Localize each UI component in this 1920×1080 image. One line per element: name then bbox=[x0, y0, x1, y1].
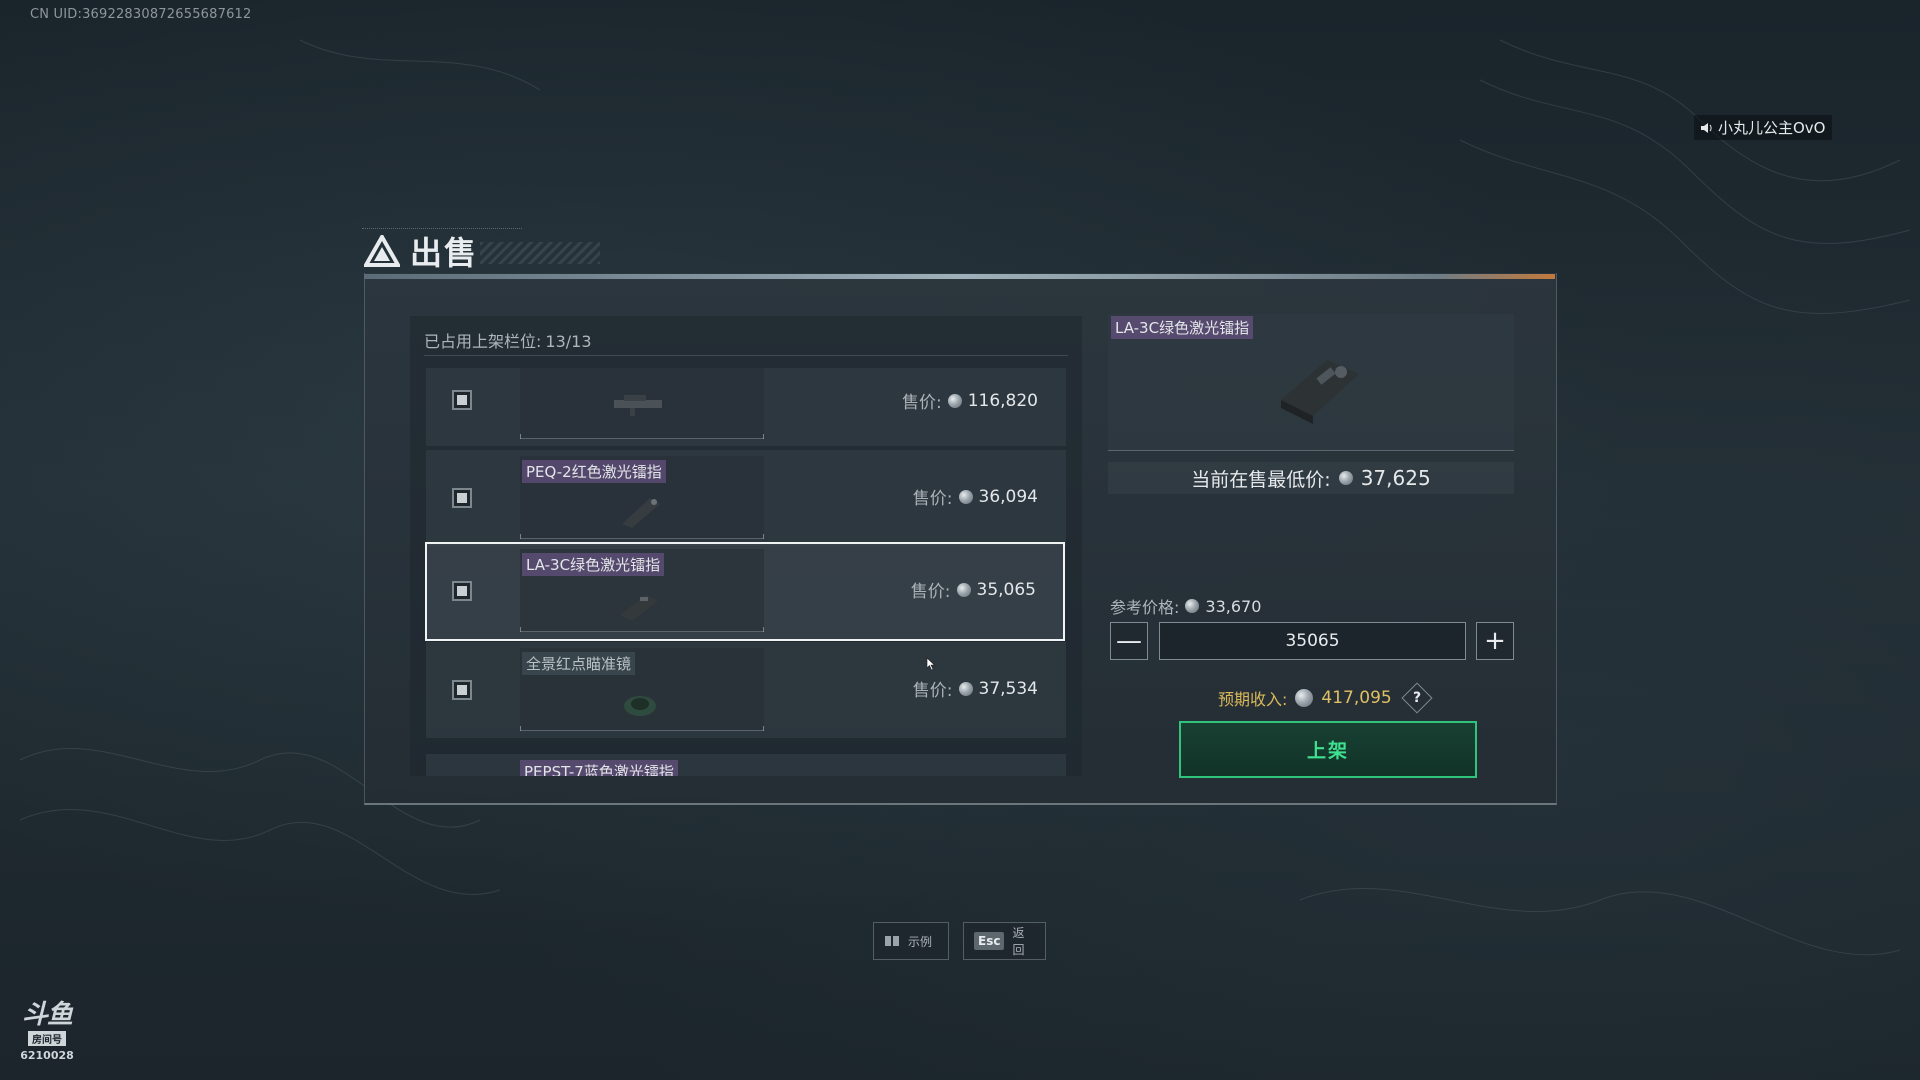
list-item[interactable]: 全景红点瞄准镜 售价: 37,534 bbox=[426, 642, 1066, 738]
list-item[interactable]: 售价: 116,820 bbox=[426, 368, 1066, 446]
slots-used-label: 已占用上架栏位: bbox=[424, 332, 542, 351]
reference-price: 参考价格: 33,670 bbox=[1110, 594, 1261, 618]
lowest-price-value: 37,625 bbox=[1360, 466, 1431, 490]
item-price: 售价: 35,065 bbox=[910, 577, 1036, 603]
item-name: PEQ-2红色激光镭指 bbox=[522, 460, 666, 483]
item-checkbox[interactable] bbox=[452, 390, 472, 410]
slots-used: 已占用上架栏位: 13/13 bbox=[424, 328, 592, 352]
price-input[interactable]: 35065 bbox=[1159, 622, 1466, 660]
slots-used-value: 13/13 bbox=[545, 332, 592, 351]
preview-item-name: LA-3C绿色激光镭指 bbox=[1111, 316, 1254, 339]
help-icon[interactable]: ? bbox=[1401, 682, 1433, 714]
item-price: 售价: 37,534 bbox=[912, 676, 1038, 702]
red-dot-sight-icon bbox=[624, 696, 656, 716]
price-value: 36,094 bbox=[978, 486, 1038, 507]
delta-logo-icon bbox=[364, 235, 400, 267]
item-thumbnail: LA-3C绿色激光镭指 bbox=[520, 549, 764, 632]
sell-list[interactable]: 已占用上架栏位: 13/13 售价: 116,820 PEQ-2红色激光镭指 售价… bbox=[410, 316, 1082, 776]
coin-icon bbox=[958, 681, 973, 696]
coin-icon bbox=[1185, 599, 1200, 613]
speaker-icon bbox=[1701, 122, 1712, 133]
price-label: 售价: bbox=[910, 582, 951, 602]
douyu-watermark: 斗鱼 房间号 6210028 bbox=[16, 1002, 78, 1062]
list-item-selected[interactable]: LA-3C绿色激光镭指 售价: 35,065 bbox=[425, 542, 1065, 641]
streamer-name: 小丸儿公主OvO bbox=[1694, 115, 1832, 140]
panel-top-bar bbox=[364, 274, 1555, 279]
price-label: 售价: bbox=[901, 393, 942, 413]
title-stripes bbox=[480, 242, 600, 264]
room-tag: 房间号 bbox=[28, 1031, 66, 1046]
decrease-price-button[interactable]: — bbox=[1110, 622, 1148, 660]
item-thumbnail bbox=[520, 368, 764, 439]
help-symbol: ? bbox=[1412, 690, 1421, 706]
item-name: PEPST-7蓝色激光镭指 bbox=[520, 760, 678, 776]
item-price: 售价: 36,094 bbox=[912, 484, 1038, 510]
item-name: 全景红点瞄准镜 bbox=[522, 652, 636, 675]
item-price: 售价: 116,820 bbox=[901, 388, 1038, 414]
streamer-name-label: 小丸儿公主OvO bbox=[1718, 119, 1826, 137]
expected-income: 预期收入: 417,095 ? bbox=[1218, 682, 1433, 714]
item-checkbox[interactable] bbox=[452, 488, 472, 508]
coin-icon bbox=[1338, 471, 1353, 485]
book-icon bbox=[885, 936, 899, 946]
price-value: 35,065 bbox=[976, 579, 1036, 600]
mouse-cursor-icon bbox=[926, 657, 936, 671]
player-uid: CN UID:36922830872655687612 bbox=[30, 7, 252, 22]
list-item[interactable]: PEQ-2红色激光镭指 售价: 36,094 bbox=[426, 450, 1066, 546]
coin-icon bbox=[1295, 689, 1314, 707]
price-label: 售价: bbox=[912, 489, 953, 509]
item-thumbnail: PEQ-2红色激光镭指 bbox=[520, 456, 764, 539]
coin-icon bbox=[956, 582, 971, 597]
dialog-title-text: 出售 bbox=[410, 234, 479, 272]
item-checkbox[interactable] bbox=[452, 680, 472, 700]
example-label: 示例 bbox=[908, 934, 933, 949]
item-thumbnail: 全景红点瞄准镜 bbox=[520, 648, 764, 731]
price-value: 116,820 bbox=[967, 390, 1038, 411]
back-label: 返回 bbox=[1012, 926, 1025, 957]
item-preview: LA-3C绿色激光镭指 bbox=[1108, 314, 1514, 451]
price-value: 37,534 bbox=[978, 678, 1038, 699]
reference-price-value: 33,670 bbox=[1205, 596, 1262, 616]
item-name: LA-3C绿色激光镭指 bbox=[522, 553, 665, 576]
lowest-price-label: 当前在售最低价: bbox=[1191, 468, 1331, 491]
increase-price-button[interactable]: + bbox=[1476, 622, 1514, 660]
lowest-price: 当前在售最低价: 37,625 bbox=[1108, 462, 1514, 494]
item-checkbox[interactable] bbox=[452, 581, 472, 601]
esc-key-icon: Esc bbox=[974, 932, 1005, 950]
laser-sight-icon bbox=[1281, 360, 1359, 424]
example-button[interactable]: 示例 bbox=[873, 922, 949, 960]
dialog-title: 出售 bbox=[364, 228, 478, 274]
laser-sight-icon bbox=[620, 595, 658, 621]
back-button[interactable]: Esc 返回 bbox=[963, 922, 1046, 960]
list-item[interactable]: PEPST-7蓝色激光镭指 bbox=[426, 754, 1066, 776]
price-label: 售价: bbox=[912, 681, 953, 701]
list-divider bbox=[424, 355, 1068, 356]
room-number: 6210028 bbox=[20, 1049, 74, 1062]
coin-icon bbox=[947, 393, 962, 408]
coin-icon bbox=[958, 489, 973, 504]
laser-sight-icon bbox=[622, 498, 660, 528]
rifle-icon bbox=[614, 395, 662, 416]
expected-income-value: 417,095 bbox=[1321, 688, 1392, 708]
expected-income-label: 预期收入: bbox=[1218, 690, 1288, 709]
list-for-sale-button[interactable]: 上架 bbox=[1179, 721, 1477, 778]
reference-price-label: 参考价格: bbox=[1110, 598, 1180, 617]
douyu-logo: 斗鱼 bbox=[21, 1000, 73, 1030]
